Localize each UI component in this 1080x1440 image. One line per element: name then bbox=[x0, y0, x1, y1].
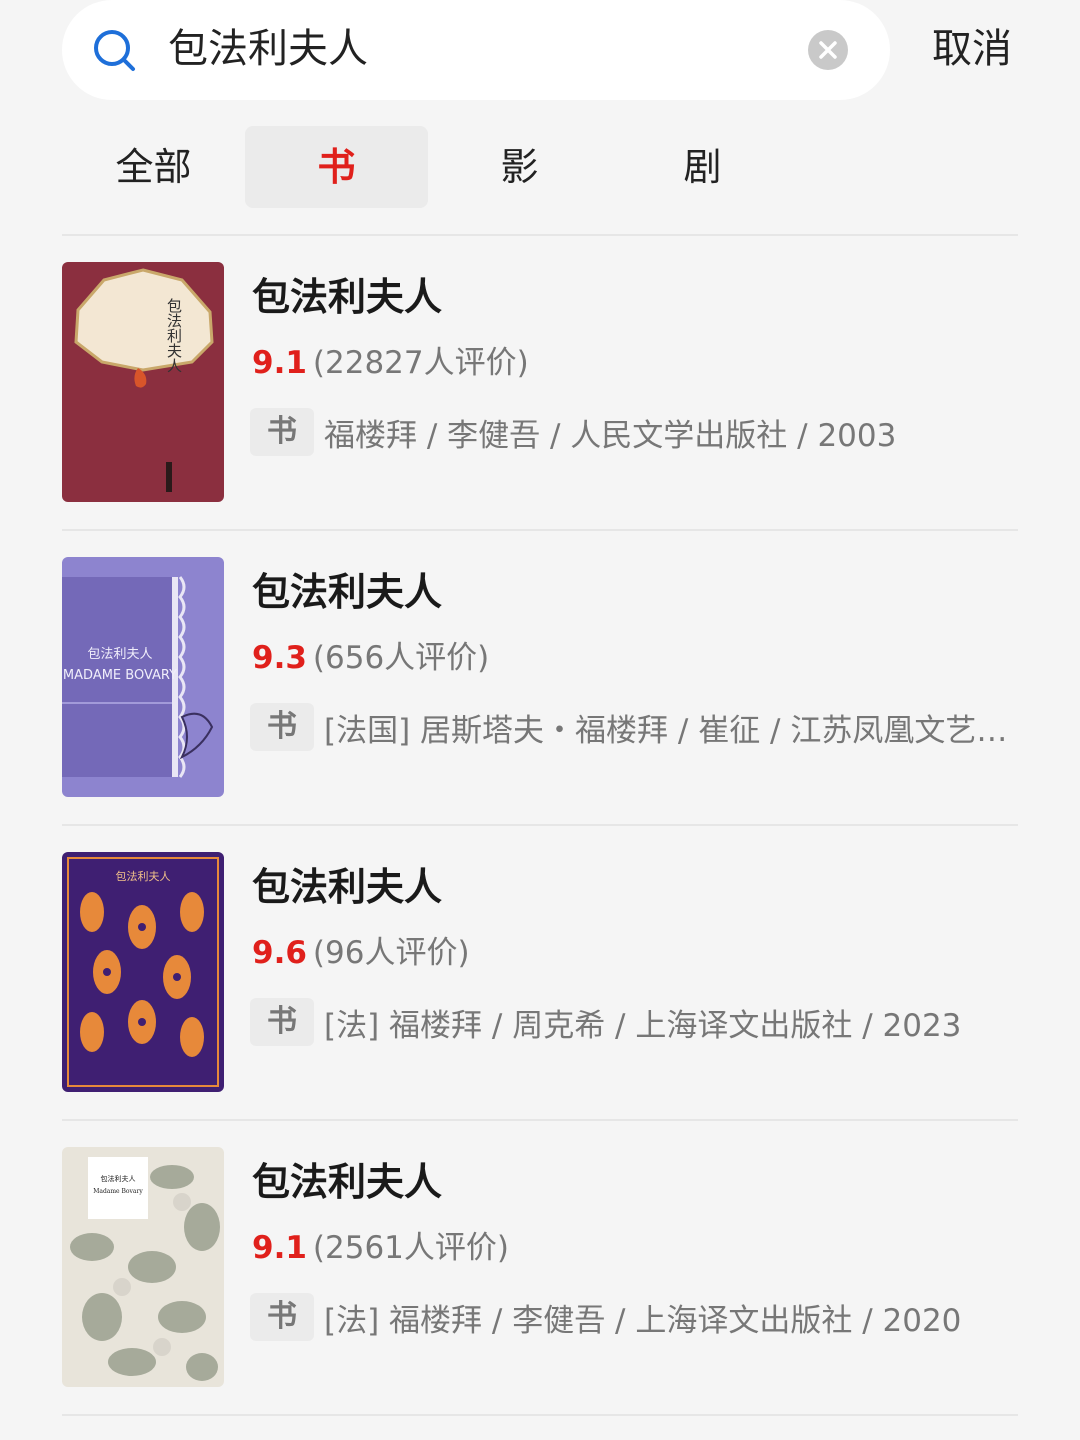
book-meta: 书福楼拜 / 李健吾 / 人民文学出版社 / 2003 bbox=[250, 408, 1020, 456]
type-badge: 书 bbox=[250, 408, 314, 456]
rating-count: (656人评价) bbox=[312, 640, 490, 676]
book-cover-art: 包法利夫人 bbox=[67, 857, 219, 1087]
book-details: [法国] 居斯塔夫・福楼拜 / 崔征 / 江苏凤凰文艺… bbox=[324, 712, 1008, 749]
book-cover-art: 包法利夫人 bbox=[74, 268, 214, 492]
type-badge: 书 bbox=[250, 998, 314, 1046]
book-cover[interactable]: 包法利夫人 Madame Bovary bbox=[62, 1147, 224, 1387]
tab-movies[interactable]: 影 bbox=[428, 126, 611, 208]
cover-title-text: 包法利夫人 bbox=[165, 298, 183, 373]
divider bbox=[62, 234, 1018, 236]
book-details: 福楼拜 / 李健吾 / 人民文学出版社 / 2003 bbox=[324, 417, 897, 454]
book-title[interactable]: 包法利夫人 bbox=[252, 862, 442, 912]
book-details: [法] 福楼拜 / 周克希 / 上海译文出版社 / 2023 bbox=[324, 1007, 962, 1044]
rating-score: 9.6 bbox=[252, 935, 307, 971]
rating: 9.3 (656人评价) bbox=[252, 635, 489, 686]
type-badge: 书 bbox=[250, 1293, 314, 1341]
book-cover[interactable]: 包法利夫人 bbox=[62, 262, 224, 502]
divider bbox=[62, 1119, 1018, 1121]
rating-count: (22827人评价) bbox=[312, 345, 529, 381]
book-cover[interactable]: 包法利夫人 MADAME BOVARY bbox=[62, 557, 224, 797]
result-item[interactable]: 包法利夫人 包法利夫人 9.6 (96人评价) 书 [法] 福楼拜 / 周克希 / … bbox=[62, 852, 1018, 1092]
divider bbox=[62, 529, 1018, 531]
book-details: [法] 福楼拜 / 李健吾 / 上海译文出版社 / 2020 bbox=[324, 1302, 962, 1339]
cover-title-text: 包法利夫人 bbox=[101, 1174, 136, 1183]
clear-search-button[interactable] bbox=[808, 30, 848, 70]
rating: 9.1 (2561人评价) bbox=[252, 1225, 509, 1276]
search-input[interactable]: 包法利夫人 bbox=[168, 22, 368, 76]
search-icon bbox=[94, 30, 135, 71]
cover-subtitle-text: MADAME BOVARY bbox=[63, 668, 177, 683]
book-cover[interactable]: 包法利夫人 bbox=[62, 852, 224, 1092]
book-meta: 书 [法] 福楼拜 / 周克希 / 上海译文出版社 / 2023 bbox=[250, 998, 1020, 1046]
rating-score: 9.3 bbox=[252, 640, 307, 676]
tab-books[interactable]: 书 bbox=[245, 126, 428, 208]
book-cover-art: 包法利夫人 Madame Bovary bbox=[70, 1157, 220, 1381]
rating: 9.1 (22827人评价) bbox=[252, 340, 529, 391]
cancel-button[interactable]: 取消 bbox=[932, 22, 1012, 76]
book-title[interactable]: 包法利夫人 bbox=[252, 272, 442, 322]
divider bbox=[62, 824, 1018, 826]
book-meta: 书 [法] 福楼拜 / 李健吾 / 上海译文出版社 / 2020 bbox=[250, 1293, 1020, 1341]
result-item[interactable]: 包法利夫人 Madame Bovary 包法利夫人 9.1 (2561人评价) 书… bbox=[62, 1147, 1018, 1387]
rating-count: (96人评价) bbox=[312, 935, 470, 971]
result-item[interactable]: 包法利夫人 包法利夫人 9.1 (22827人评价) 书福楼拜 / 李健吾 / 人… bbox=[62, 262, 1018, 502]
book-title[interactable]: 包法利夫人 bbox=[252, 1157, 442, 1207]
type-badge: 书 bbox=[250, 703, 314, 751]
divider bbox=[62, 1414, 1018, 1416]
tab-all[interactable]: 全部 bbox=[62, 126, 245, 208]
category-tabs: 全部 书 影 剧 bbox=[62, 126, 1018, 208]
cover-title-text: 包法利夫人 bbox=[116, 869, 171, 883]
rating-score: 9.1 bbox=[252, 345, 307, 381]
book-cover-art: 包法利夫人 MADAME BOVARY bbox=[62, 576, 214, 778]
close-icon bbox=[819, 41, 837, 59]
book-title[interactable]: 包法利夫人 bbox=[252, 567, 442, 617]
cover-subtitle-text: Madame Bovary bbox=[93, 1188, 143, 1195]
tab-tv[interactable]: 剧 bbox=[611, 126, 794, 208]
cover-title-text: 包法利夫人 bbox=[87, 647, 152, 662]
rating-score: 9.1 bbox=[252, 1230, 307, 1266]
result-item[interactable]: 包法利夫人 MADAME BOVARY 包法利夫人 9.3 (656人评价) 书 [… bbox=[62, 557, 1018, 797]
rating: 9.6 (96人评价) bbox=[252, 930, 470, 981]
rating-count: (2561人评价) bbox=[312, 1230, 510, 1266]
book-meta: 书 [法国] 居斯塔夫・福楼拜 / 崔征 / 江苏凤凰文艺… bbox=[250, 703, 1020, 751]
